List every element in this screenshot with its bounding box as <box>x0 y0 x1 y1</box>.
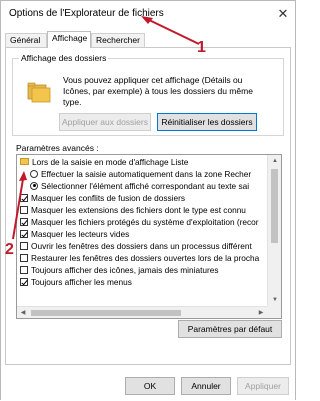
advanced-settings-label: Paramètres avancés : <box>16 143 99 153</box>
list-item-separate-process[interactable]: Ouvrir les fenêtres des dossiers dans un… <box>20 241 252 252</box>
list-item-hide-empty-drives[interactable]: Masquer les lecteurs vides <box>20 229 129 240</box>
scroll-down-icon[interactable]: ▼ <box>268 294 281 306</box>
scroll-left-icon[interactable]: ◀ <box>17 307 29 318</box>
folder-view-group-label: Affichage des dossiers <box>19 53 109 63</box>
list-item-label: Masquer les fichiers protégés du système… <box>31 217 259 227</box>
scroll-up-icon[interactable]: ▲ <box>268 155 281 167</box>
list-item-saisie-liste: Lors de la saisie en mode d'affichage Li… <box>20 157 188 168</box>
folder-view-description: Vous pouvez appliquer cet affichage (Dét… <box>63 75 253 107</box>
checkbox[interactable] <box>20 265 28 274</box>
checkbox[interactable] <box>20 217 28 226</box>
checkbox[interactable] <box>20 277 28 286</box>
checkbox[interactable] <box>20 253 28 262</box>
list-item-radio-auto[interactable]: Effectuer la saisie automatiquement dans… <box>30 169 251 180</box>
list-item-label: Masquer les lecteurs vides <box>31 229 130 239</box>
radio-button[interactable] <box>30 181 38 190</box>
list-item-label: Lors de la saisie en mode d'affichage Li… <box>32 157 189 167</box>
list-item-label: Sélectionner l'élément affiché correspon… <box>41 181 250 191</box>
folder-view-group: Affichage des dossiers Vous pouvez appli… <box>12 53 284 136</box>
options-window: Options de l'Explorateur de fichiers ✕ G… <box>0 0 296 401</box>
list-item-hide-protected[interactable]: Masquer les fichiers protégés du système… <box>20 217 259 228</box>
horizontal-scroll-thumb[interactable] <box>31 310 181 316</box>
checkbox[interactable] <box>20 193 28 202</box>
annotation-number-1: 1 <box>197 39 206 56</box>
list-item-always-icons[interactable]: Toujours afficher des icônes, jamais des… <box>20 265 219 276</box>
title-bar[interactable]: Options de l'Explorateur de fichiers ✕ <box>1 1 295 27</box>
checkbox[interactable] <box>20 205 28 214</box>
list-item-merge-conflicts[interactable]: Masquer les conflits de fusion de dossie… <box>20 193 185 204</box>
folder-icon <box>20 158 29 166</box>
scroll-right-icon[interactable]: ▶ <box>255 307 267 318</box>
list-item-label: Ouvrir les fenêtres des dossiers dans un… <box>31 241 252 251</box>
tab-rechercher[interactable]: Rechercher <box>91 33 145 47</box>
list-item-label: Masquer les extensions des fichiers dont… <box>31 205 246 215</box>
list-item-label: Toujours afficher des icônes, jamais des… <box>31 265 219 275</box>
tab-affichage[interactable]: Affichage <box>47 31 91 48</box>
vertical-scrollbar[interactable]: ▲ ▼ <box>267 155 281 318</box>
reset-folders-button[interactable]: Réinitialiser les dossiers <box>157 113 257 131</box>
apply-to-folders-button[interactable]: Appliquer aux dossiers <box>59 113 151 131</box>
list-item-label: Restaurer les fenêtres des dossiers ouve… <box>31 253 260 263</box>
horizontal-scrollbar[interactable]: ◀ ▶ <box>17 306 267 318</box>
list-item-radio-select[interactable]: Sélectionner l'élément affiché correspon… <box>30 181 249 192</box>
cancel-button[interactable]: Annuler <box>181 377 231 395</box>
apply-button[interactable]: Appliquer <box>237 377 289 395</box>
vertical-scroll-thumb[interactable] <box>271 169 278 243</box>
list-item-label: Toujours afficher les menus <box>31 277 132 287</box>
window-title: Options de l'Explorateur de fichiers <box>9 8 164 19</box>
tab-panel: Affichage des dossiers Vous pouvez appli… <box>5 47 291 365</box>
radio-button[interactable] <box>30 169 38 178</box>
advanced-settings-list[interactable]: Lors de la saisie en mode d'affichage Li… <box>16 154 282 319</box>
list-item-restore-windows[interactable]: Restaurer les fenêtres des dossiers ouve… <box>20 253 259 264</box>
annotation-number-2: 2 <box>5 241 14 258</box>
folder-view-icon <box>27 82 51 103</box>
list-item-hide-extensions[interactable]: Masquer les extensions des fichiers dont… <box>20 205 246 216</box>
close-icon[interactable]: ✕ <box>275 6 291 22</box>
checkbox[interactable] <box>20 241 28 250</box>
list-item-label: Masquer les conflits de fusion de dossie… <box>31 193 186 203</box>
restore-defaults-button[interactable]: Paramètres par défaut <box>178 320 282 338</box>
list-item-always-menus[interactable]: Toujours afficher les menus <box>20 277 132 288</box>
tab-general[interactable]: Général <box>5 33 47 47</box>
list-item-label: Effectuer la saisie automatiquement dans… <box>41 169 252 179</box>
ok-button[interactable]: OK <box>125 377 175 395</box>
dialog-footer: OK Annuler Appliquer <box>1 367 295 401</box>
checkbox[interactable] <box>20 229 28 238</box>
scroll-corner <box>267 306 281 318</box>
advanced-settings-items: Lors de la saisie en mode d'affichage Li… <box>17 155 267 318</box>
